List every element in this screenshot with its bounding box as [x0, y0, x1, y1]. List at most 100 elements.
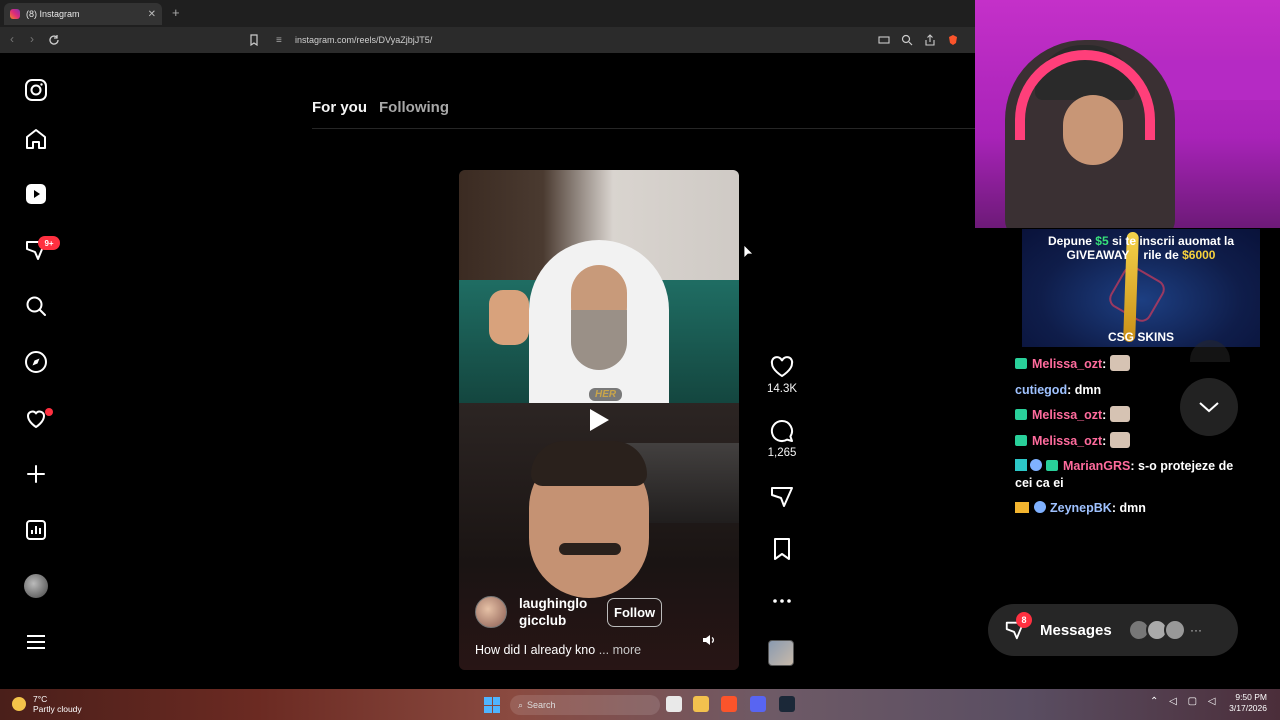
like-count: 14.3K: [766, 383, 798, 395]
chat-user-5: MarianGRS: [1063, 459, 1131, 473]
audio-thumbnail[interactable]: [768, 640, 794, 666]
browser-tab-instagram[interactable]: (8) Instagram ✕: [4, 3, 162, 25]
sub-badge-icon: [1015, 358, 1027, 369]
stream-chat: Melissa_ozt: cutiegod: dmn Melissa_ozt: …: [1015, 352, 1250, 522]
sub-badge-icon: [1046, 460, 1058, 471]
reload-icon[interactable]: [48, 34, 60, 46]
task-view-icon[interactable]: [666, 696, 682, 712]
promo-line1-suffix: si te inscrii auomat la: [1108, 234, 1235, 248]
like-heart-icon[interactable]: [769, 355, 795, 379]
bot-badge-icon: [1030, 459, 1042, 471]
profile-avatar-image: [24, 574, 48, 598]
file-explorer-icon[interactable]: [693, 696, 709, 712]
search-icon[interactable]: [22, 292, 50, 320]
new-tab-button[interactable]: +: [172, 5, 180, 20]
bot-badge-icon: [1034, 501, 1046, 513]
taskbar-search-label: Search: [527, 700, 556, 710]
windows-taskbar: 7°C Partly cloudy ⌕ Search ⌃ ◁ ▢ ◁ 9:50 …: [0, 689, 1280, 720]
system-tray[interactable]: ⌃ ◁ ▢ ◁: [1150, 696, 1216, 707]
cast-icon[interactable]: [878, 34, 890, 46]
network-icon[interactable]: ▢: [1188, 696, 1197, 707]
promo-amount: $5: [1095, 234, 1109, 248]
comment-action[interactable]: 1,265: [764, 419, 800, 459]
author-avatar[interactable]: [475, 596, 507, 628]
promo-line1-prefix: Depune: [1047, 234, 1096, 248]
chat-sep-3: :: [1102, 408, 1107, 422]
create-plus-icon[interactable]: [22, 460, 50, 488]
volume-icon[interactable]: [702, 633, 716, 647]
volume-tray-icon[interactable]: ◁: [1169, 696, 1177, 707]
start-button-icon[interactable]: [484, 697, 500, 713]
instagram-logo-icon[interactable]: [22, 76, 50, 104]
save-bookmark-icon[interactable]: [769, 537, 795, 561]
tab-close-button[interactable]: ✕: [148, 9, 156, 20]
profile-avatar[interactable]: [22, 572, 50, 600]
forward-button[interactable]: ›: [30, 32, 34, 46]
more-options-action[interactable]: [764, 591, 800, 611]
bookmark-page-icon[interactable]: [248, 34, 260, 46]
speaker-icon[interactable]: ◁: [1208, 696, 1216, 707]
promo-line2-middle: rile de: [1143, 248, 1183, 262]
chat-user-3: Melissa_ozt: [1032, 408, 1103, 422]
author-username[interactable]: laughinglo gicclub: [519, 595, 595, 629]
caption-more-link[interactable]: more: [613, 643, 641, 657]
url-text: instagram.com/reels/DVyaZjbjJT5/: [295, 35, 433, 45]
comment-icon[interactable]: [769, 419, 795, 443]
more-avatars-indicator: ···: [1190, 623, 1202, 637]
taskbar-search[interactable]: ⌕ Search: [510, 695, 660, 715]
instagram-page: 9+ For you Following HER laughinglo gicc…: [0, 53, 975, 689]
tray-chevron-icon[interactable]: ⌃: [1150, 696, 1158, 707]
brave-shield-icon[interactable]: [947, 34, 959, 46]
clock-time: 9:50 PM: [1235, 692, 1267, 702]
reel-caption: How did I already kno ... more: [475, 643, 725, 657]
thumb-shape: [489, 290, 529, 345]
brave-browser-icon[interactable]: [721, 696, 737, 712]
explore-compass-icon[interactable]: [22, 348, 50, 376]
caption-ellipsis: ...: [598, 643, 610, 657]
follow-button[interactable]: Follow: [607, 597, 663, 627]
reels-icon[interactable]: [22, 180, 50, 208]
discord-icon[interactable]: [750, 696, 766, 712]
steam-icon[interactable]: [779, 696, 795, 712]
caption-text: How did I already kno: [475, 643, 596, 657]
share-icon[interactable]: [924, 34, 936, 46]
promo-brand: CSG SKINS: [1107, 330, 1174, 344]
notification-dot: [45, 408, 53, 416]
share-action[interactable]: [764, 485, 800, 509]
weather-text: 7°C Partly cloudy: [33, 694, 82, 714]
tab-for-you[interactable]: For you: [312, 99, 367, 116]
site-settings-icon[interactable]: ≡: [276, 35, 282, 46]
zoom-icon[interactable]: [901, 34, 913, 46]
more-menu-icon[interactable]: [22, 628, 50, 656]
reel-video[interactable]: HER laughinglo gicclub Follow How did I …: [459, 170, 739, 670]
share-send-icon[interactable]: [769, 485, 795, 509]
more-dots-icon[interactable]: [769, 591, 795, 611]
chat-sep-4: :: [1102, 433, 1107, 448]
messages-floating-button[interactable]: 8 Messages ···: [988, 604, 1238, 656]
messages-label: Messages: [1040, 621, 1112, 639]
chat-message: MarianGRS: s-o protejeze de cei ca ei: [1015, 454, 1250, 496]
hair-shape: [531, 441, 647, 486]
tab-following[interactable]: Following: [379, 99, 449, 116]
search-magnifier-icon: ⌕: [518, 699, 524, 710]
messages-notification-badge: 9+: [38, 236, 60, 250]
home-icon[interactable]: [22, 125, 50, 153]
reel-video-top-frame: HER: [459, 170, 739, 410]
weather-widget[interactable]: 7°C Partly cloudy: [12, 694, 82, 714]
messages-count-badge: 8: [1016, 612, 1032, 628]
cat-emote-icon: [1110, 406, 1131, 422]
taskbar-clock[interactable]: 9:50 PM 3/17/2026: [1223, 692, 1267, 714]
like-action[interactable]: 14.3K: [764, 355, 800, 395]
chat-text-2: dmn: [1071, 382, 1102, 397]
scroll-down-button[interactable]: [1180, 378, 1238, 436]
chat-user-4: Melissa_ozt: [1032, 433, 1103, 448]
author-username-line2: gicclub: [519, 613, 567, 628]
dashboard-chart-icon[interactable]: [22, 516, 50, 544]
save-action[interactable]: [764, 537, 800, 561]
back-button[interactable]: ‹: [10, 32, 14, 46]
sub-badge-icon: [1015, 409, 1027, 420]
mouse-cursor-icon: [743, 244, 754, 259]
address-bar[interactable]: ≡ instagram.com/reels/DVyaZjbjJT5/: [270, 30, 970, 50]
play-icon[interactable]: [588, 408, 610, 432]
tab-title: (8) Instagram: [26, 9, 80, 19]
